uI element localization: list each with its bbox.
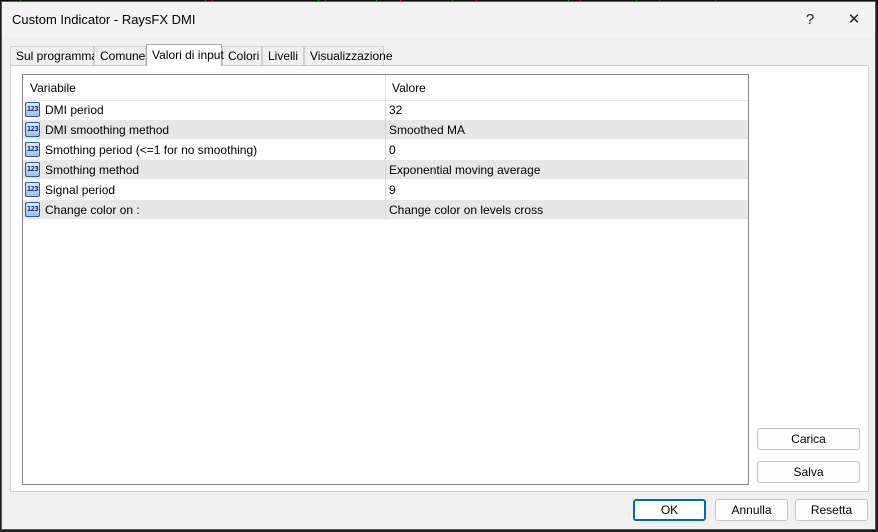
grid-header: Variabile Valore (23, 75, 748, 101)
reset-button[interactable]: Resetta (795, 499, 868, 521)
custom-indicator-dialog: Custom Indicator - RaysFX DMI ? ✕ Sul pr… (1, 1, 876, 530)
tab-sul-programma[interactable]: Sul programma (10, 46, 98, 65)
cancel-button[interactable]: Annulla (715, 499, 788, 521)
row-value[interactable]: 32 (389, 100, 402, 120)
row-divider (385, 120, 386, 140)
row-value[interactable]: 0 (389, 140, 396, 160)
close-icon[interactable]: ✕ (836, 6, 872, 34)
table-row[interactable]: 123 Signal period 9 (23, 180, 748, 200)
ok-button[interactable]: OK (633, 499, 706, 521)
tab-comune[interactable]: Comune (94, 46, 146, 65)
number-icon: 123 (25, 182, 40, 197)
table-row[interactable]: 123 Smothing period (<=1 for no smoothin… (23, 140, 748, 160)
header-divider[interactable] (385, 75, 386, 100)
row-name: Signal period (45, 183, 116, 197)
title-bar: Custom Indicator - RaysFX DMI ? ✕ (2, 2, 875, 38)
row-name: Change color on : (45, 203, 140, 217)
number-icon: 123 (25, 102, 40, 117)
number-icon: 123 (25, 202, 40, 217)
row-name: Smothing method (45, 163, 140, 177)
row-name: DMI smoothing method (45, 123, 170, 137)
table-row[interactable]: 123 DMI period 32 (23, 100, 748, 120)
number-icon: 123 (25, 142, 40, 157)
window-title: Custom Indicator - RaysFX DMI (12, 12, 196, 27)
row-divider (385, 140, 386, 160)
row-value[interactable]: 9 (389, 180, 396, 200)
row-value[interactable]: Smoothed MA (389, 120, 465, 140)
table-row[interactable]: 123 DMI smoothing method Smoothed MA (23, 120, 748, 140)
input-values-grid[interactable]: Variabile Valore 123 DMI period 32 123 D… (22, 74, 749, 485)
table-row[interactable]: 123 Smothing method Exponential moving a… (23, 160, 748, 180)
tab-valori-di-input[interactable]: Valori di input (146, 44, 224, 66)
table-row[interactable]: 123 Change color on : Change color on le… (23, 200, 748, 220)
row-value[interactable]: Change color on levels cross (389, 200, 543, 220)
row-name: Smothing period (<=1 for no smoothing) (45, 143, 258, 157)
tab-livelli[interactable]: Livelli (262, 46, 304, 65)
load-button[interactable]: Carica (757, 428, 860, 450)
number-icon: 123 (25, 162, 40, 177)
header-value[interactable]: Valore (392, 75, 426, 100)
row-divider (385, 200, 386, 220)
number-icon: 123 (25, 122, 40, 137)
row-name: DMI period (45, 103, 104, 117)
tab-visualizzazione[interactable]: Visualizzazione (304, 46, 393, 65)
row-value[interactable]: Exponential moving average (389, 160, 540, 180)
help-icon[interactable]: ? (792, 6, 828, 34)
tab-colori[interactable]: Colori (222, 46, 262, 65)
save-button[interactable]: Salva (757, 461, 860, 483)
row-divider (385, 160, 386, 180)
header-variable[interactable]: Variabile (30, 75, 76, 100)
row-divider (385, 180, 386, 200)
row-divider (385, 100, 386, 120)
